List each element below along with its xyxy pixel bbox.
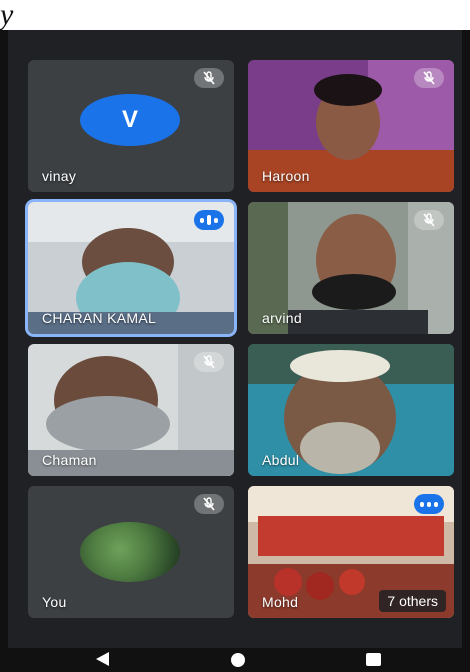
mic-off-icon [414, 210, 444, 230]
top-overlay: y [0, 0, 470, 30]
participant-tile-vinay[interactable]: V vinay [28, 60, 234, 192]
mic-off-icon [414, 68, 444, 88]
participant-name: Chaman [42, 452, 97, 468]
mic-off-icon [194, 352, 224, 372]
back-icon[interactable] [96, 652, 109, 666]
top-text-fragment: y [0, 0, 14, 31]
participant-tile-you[interactable]: You [28, 486, 234, 618]
home-icon[interactable] [231, 653, 245, 667]
participant-tile-chaman[interactable]: Chaman [28, 344, 234, 476]
participant-tile-charan-kamal[interactable]: CHARAN KAMAL [28, 202, 234, 334]
participant-name: Mohd [262, 594, 299, 610]
system-navigation-bar [0, 648, 470, 672]
others-count-badge[interactable]: 7 others [379, 590, 446, 612]
mic-off-icon [194, 494, 224, 514]
participant-grid: V vinay Haroon CHARAN KAMAL arvind Chama… [8, 30, 462, 648]
participant-name: CHARAN KAMAL [42, 310, 157, 326]
participant-name: You [42, 594, 67, 610]
audio-level-icon [194, 210, 224, 230]
participant-name: Abdul [262, 452, 300, 468]
participant-tile-haroon[interactable]: Haroon [248, 60, 454, 192]
avatar: V [80, 94, 180, 146]
mic-off-icon [194, 68, 224, 88]
participant-tile-arvind[interactable]: arvind [248, 202, 454, 334]
meeting-screen: V vinay Haroon CHARAN KAMAL arvind Chama… [0, 30, 470, 672]
participant-tile-abdul[interactable]: Abdul [248, 344, 454, 476]
participant-tile-mohd[interactable]: Mohd 7 others [248, 486, 454, 618]
audio-level-icon [414, 494, 444, 514]
recents-icon[interactable] [366, 653, 381, 666]
participant-name: Haroon [262, 168, 310, 184]
avatar [80, 522, 180, 582]
participant-name: arvind [262, 310, 302, 326]
participant-name: vinay [42, 168, 77, 184]
